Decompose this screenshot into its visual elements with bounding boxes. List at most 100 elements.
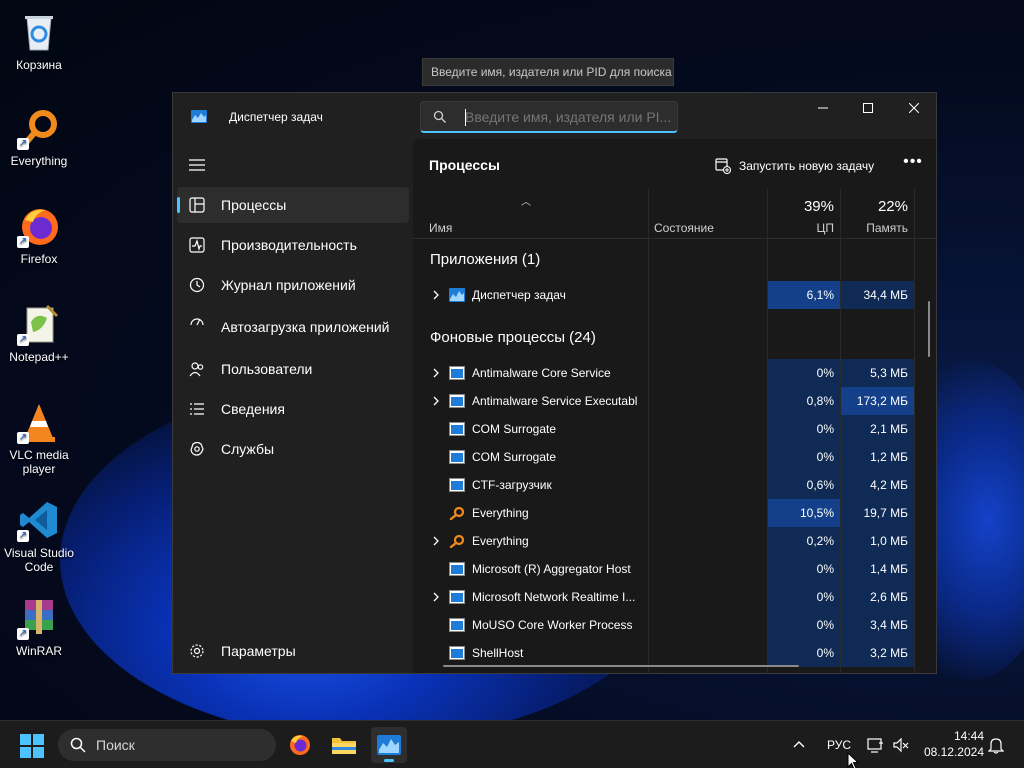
taskbar-search[interactable]: Поиск xyxy=(58,729,276,761)
task-manager-app-icon xyxy=(191,110,207,123)
sidebar-item-settings[interactable]: Параметры xyxy=(177,633,409,669)
process-row[interactable]: Everything 0,2% 1,0 МБ xyxy=(413,527,918,555)
expand-chevron-icon[interactable] xyxy=(431,288,441,302)
run-task-label: Запустить новую задачу xyxy=(739,159,875,173)
column-header-name[interactable]: Имя xyxy=(429,221,452,235)
process-row[interactable]: COM Surrogate 0% 1,2 МБ xyxy=(413,443,918,471)
minimize-icon xyxy=(818,107,828,109)
maximize-button[interactable] xyxy=(845,93,891,123)
input-language-indicator[interactable]: РУС xyxy=(827,738,851,752)
details-icon xyxy=(190,403,204,415)
column-header-memory[interactable]: Память xyxy=(841,221,908,235)
process-row[interactable]: CTF-загрузчик 0,6% 4,2 МБ xyxy=(413,471,918,499)
process-memory: 1,2 МБ xyxy=(841,443,914,471)
process-search-box[interactable] xyxy=(420,101,678,133)
hamburger-menu-icon[interactable] xyxy=(189,159,205,171)
expand-chevron-icon[interactable] xyxy=(431,366,441,380)
sidebar-item-services[interactable]: Службы xyxy=(177,431,409,467)
desktop-icon-everything[interactable]: ↗ Everything xyxy=(4,106,74,168)
process-memory: 1,0 МБ xyxy=(841,527,914,555)
column-header-cpu[interactable]: ЦП xyxy=(768,221,834,235)
minimize-button[interactable] xyxy=(800,93,846,123)
volume-muted-icon[interactable] xyxy=(892,736,910,754)
task-manager-icon xyxy=(377,735,401,755)
desktop-icon-firefox[interactable]: ↗ Firefox xyxy=(4,204,74,266)
firefox-icon xyxy=(290,735,310,755)
process-row[interactable]: Microsoft (R) Aggregator Host 0% 1,4 МБ xyxy=(413,555,918,583)
performance-icon xyxy=(189,237,205,253)
process-cpu: 0% xyxy=(768,443,840,471)
desktop-icon-vlc[interactable]: ↗ VLC media player xyxy=(4,400,74,476)
sort-up-icon: ︿ xyxy=(521,197,531,208)
desktop-icon-vscode[interactable]: ↗ Visual Studio Code xyxy=(4,498,74,574)
desktop-icon-recycle-bin[interactable]: Корзина xyxy=(4,10,74,72)
sidebar-item-details[interactable]: Сведения xyxy=(177,391,409,427)
group-title: Фоновые процессы (24) xyxy=(430,329,596,346)
task-manager-window: Диспетчер задач Процессы Производительно… xyxy=(172,92,937,674)
process-window-icon xyxy=(449,478,465,492)
expand-chevron-icon[interactable] xyxy=(431,590,441,604)
taskbar: Поиск РУС 14:44 08.12.2024 xyxy=(0,720,1024,768)
sidebar-item-label: Службы xyxy=(221,441,275,457)
process-memory: 3,4 МБ xyxy=(841,611,914,639)
sidebar-item-startup[interactable]: Автозагрузка приложений xyxy=(177,307,409,347)
everything-icon xyxy=(449,506,465,521)
expand-chevron-icon[interactable] xyxy=(431,394,441,408)
expand-chevron-icon[interactable] xyxy=(431,534,441,548)
vscode-icon: ↗ xyxy=(17,498,61,542)
close-button[interactable] xyxy=(891,93,936,123)
search-icon xyxy=(433,110,446,123)
sidebar-item-app-history[interactable]: Журнал приложений xyxy=(177,267,409,303)
process-row[interactable]: Диспетчер задач 6,1% 34,4 МБ xyxy=(413,281,918,309)
network-icon[interactable] xyxy=(866,736,884,754)
process-window-icon xyxy=(449,394,465,408)
horizontal-scrollbar[interactable] xyxy=(443,665,799,667)
shortcut-arrow-icon: ↗ xyxy=(17,432,29,444)
show-hidden-icons-chevron-icon[interactable] xyxy=(790,736,808,754)
column-header-status[interactable]: Состояние xyxy=(654,221,714,235)
desktop-icon-label: Notepad++ xyxy=(9,350,69,364)
taskbar-app-file-explorer[interactable] xyxy=(326,727,362,763)
sidebar-nav: Процессы Производительность Журнал прило… xyxy=(177,187,409,471)
process-row[interactable]: Antimalware Core Service 0% 5,3 МБ xyxy=(413,359,918,387)
desktop-icon-winrar[interactable]: ↗ WinRAR xyxy=(4,596,74,658)
more-options-button[interactable]: ••• xyxy=(901,153,925,177)
process-row[interactable]: Everything 10,5% 19,7 МБ xyxy=(413,499,918,527)
process-memory: 19,7 МБ xyxy=(841,499,914,527)
text-caret xyxy=(465,109,466,126)
shortcut-arrow-icon: ↗ xyxy=(17,138,29,150)
run-new-task-button[interactable]: Запустить новую задачу xyxy=(715,151,874,181)
vertical-scrollbar[interactable] xyxy=(928,301,930,357)
process-cpu: 0,6% xyxy=(768,471,840,499)
taskbar-app-task-manager[interactable] xyxy=(371,727,407,763)
process-window-icon xyxy=(449,366,465,380)
sidebar-item-processes[interactable]: Процессы xyxy=(177,187,409,223)
taskbar-app-firefox[interactable] xyxy=(282,727,318,763)
process-row[interactable]: MoUSO Core Worker Process 0% 3,4 МБ xyxy=(413,611,918,639)
process-name: Antimalware Core Service xyxy=(472,366,611,380)
process-name: Everything xyxy=(472,534,529,548)
sidebar-item-performance[interactable]: Производительность xyxy=(177,227,409,263)
process-name: CTF-загрузчик xyxy=(472,478,552,492)
process-window-icon xyxy=(449,422,465,436)
process-name: Everything xyxy=(472,506,529,520)
process-row[interactable]: Antimalware Service Executable 0,8% 173,2 … xyxy=(413,387,918,415)
group-title: Приложения (1) xyxy=(430,251,541,268)
close-icon xyxy=(909,103,919,113)
search-input[interactable] xyxy=(465,106,671,128)
process-memory: 2,6 МБ xyxy=(841,583,914,611)
processes-panel: Процессы Запустить новую задачу ••• ︿ Им… xyxy=(413,139,936,673)
clock-time: 14:44 xyxy=(953,729,984,743)
system-clock[interactable]: 14:44 08.12.2024 xyxy=(918,728,984,760)
process-row[interactable]: Microsoft Network Realtime I... 0% 2,6 МБ xyxy=(413,583,918,611)
notifications-bell-icon[interactable] xyxy=(988,736,1004,754)
sidebar-item-label: Производительность xyxy=(221,237,357,253)
process-row[interactable]: ShellHost 0% 3,2 МБ xyxy=(413,639,918,667)
title-bar[interactable]: Диспетчер задач xyxy=(173,93,936,139)
start-button[interactable] xyxy=(20,734,44,758)
process-row[interactable]: COM Surrogate 0% 2,1 МБ xyxy=(413,415,918,443)
sidebar-item-users[interactable]: Пользователи xyxy=(177,351,409,387)
desktop-icon-notepadpp[interactable]: ↗ Notepad++ xyxy=(4,302,74,364)
memory-total-percent: 22% xyxy=(877,198,908,215)
process-cpu: 0% xyxy=(768,639,840,667)
